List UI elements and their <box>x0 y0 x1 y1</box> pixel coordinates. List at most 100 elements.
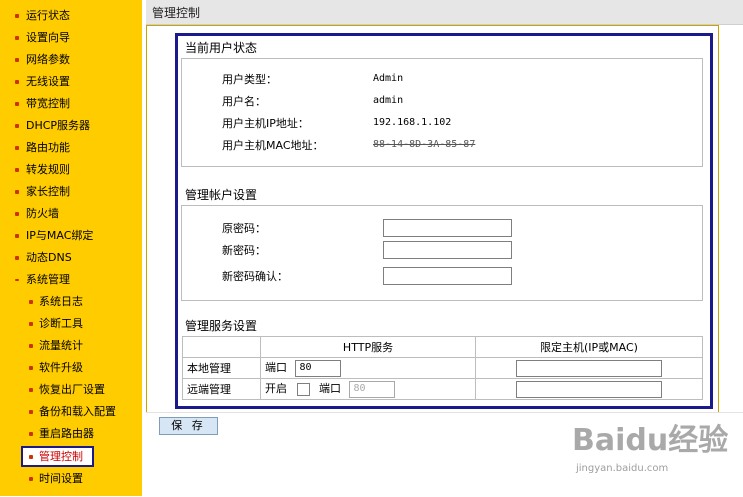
sidebar-subitem-admin-control[interactable]: 管理控制 <box>21 446 94 467</box>
port-label: 端口 <box>319 382 341 396</box>
table-row: 本地管理 端口 80 <box>182 357 703 379</box>
enable-label: 开启 <box>265 382 287 396</box>
new-password-label: 新密码： <box>222 244 266 257</box>
plus-icon <box>15 212 19 216</box>
sidebar-item-label: 设置向导 <box>26 31 70 44</box>
host-mac-value: 88-14-8D-3A-85-87 <box>373 139 476 150</box>
sidebar-item-forwarding[interactable]: 转发规则 <box>0 159 142 181</box>
sidebar-item-label: 网络参数 <box>26 53 70 66</box>
sidebar-item-system[interactable]: 系统管理 <box>0 269 142 291</box>
sidebar-item-firewall[interactable]: 防火墙 <box>0 203 142 225</box>
user-type-value: Admin <box>373 73 404 84</box>
sidebar-item-label: 恢复出厂设置 <box>39 383 105 396</box>
local-port-cell: 端口 80 <box>260 357 476 379</box>
bullet-icon <box>29 344 33 348</box>
sidebar-subitem-backup[interactable]: 备份和载入配置 <box>0 401 142 423</box>
plus-icon <box>15 146 19 150</box>
sidebar-item-wireless[interactable]: 无线设置 <box>0 71 142 93</box>
sidebar-item-label: 路由功能 <box>26 141 70 154</box>
sidebar-subitem-diagnostics[interactable]: 诊断工具 <box>0 313 142 335</box>
save-button[interactable]: 保 存 <box>159 417 218 435</box>
sidebar-item-label: 运行状态 <box>26 9 70 22</box>
sidebar-item-ddns[interactable]: 动态DNS <box>0 247 142 269</box>
bullet-icon <box>29 322 33 326</box>
col-host: 限定主机(IP或MAC) <box>475 336 703 358</box>
sidebar-item-wizard[interactable]: 设置向导 <box>0 27 142 49</box>
old-password-input[interactable] <box>383 219 512 237</box>
sidebar-subitem-upgrade[interactable]: 软件升级 <box>0 357 142 379</box>
local-port-input[interactable]: 80 <box>294 359 341 377</box>
plus-icon <box>15 80 19 84</box>
sidebar-item-label: 防火墙 <box>26 207 59 220</box>
bullet-icon <box>29 300 33 304</box>
watermark-url: jingyan.baidu.com <box>576 463 669 474</box>
sidebar-subitem-reboot[interactable]: 重启路由器 <box>0 423 142 445</box>
bullet-icon <box>15 14 19 18</box>
sidebar-subitem-traffic[interactable]: 流量统计 <box>0 335 142 357</box>
plus-icon <box>15 168 19 172</box>
confirm-password-input[interactable] <box>383 267 512 285</box>
plus-icon <box>15 124 19 128</box>
remote-port-cell: 开启 端口 80 <box>260 378 476 400</box>
bullet-icon <box>15 36 19 40</box>
page-header: 管理控制 <box>146 0 743 25</box>
sidebar-item-label: 管理控制 <box>39 450 83 463</box>
remote-host-cell <box>475 378 703 400</box>
service-title: 管理服务设置 <box>185 319 258 333</box>
host-mac-label: 用户主机MAC地址： <box>222 139 324 152</box>
sidebar-item-label: 软件升级 <box>39 361 83 374</box>
header-empty <box>182 336 261 358</box>
sidebar-item-label: 备份和载入配置 <box>39 405 116 418</box>
new-password-input[interactable] <box>383 241 512 259</box>
bullet-icon <box>29 477 33 481</box>
col-http: HTTP服务 <box>260 336 476 358</box>
remote-port-input[interactable]: 80 <box>348 380 395 398</box>
bullet-icon <box>29 366 33 370</box>
sidebar-item-network[interactable]: 网络参数 <box>0 49 142 71</box>
sidebar-item-bandwidth[interactable]: 带宽控制 <box>0 93 142 115</box>
bullet-icon <box>29 455 33 459</box>
sidebar-item-label: 系统管理 <box>26 273 70 286</box>
sidebar-item-label: 动态DNS <box>26 251 72 264</box>
sidebar-item-label: 诊断工具 <box>39 317 83 330</box>
sidebar-item-ip-mac[interactable]: IP与MAC绑定 <box>0 225 142 247</box>
bullet-icon <box>29 388 33 392</box>
host-ip-value: 192.168.1.102 <box>373 117 452 128</box>
account-title: 管理帐户设置 <box>185 188 258 202</box>
user-status-title: 当前用户状态 <box>185 41 258 55</box>
sidebar-item-label: 系统日志 <box>39 295 83 308</box>
user-type-label: 用户类型： <box>222 73 277 86</box>
old-password-label: 原密码： <box>222 222 266 235</box>
table-row: 远端管理 开启 端口 80 <box>182 378 703 400</box>
local-host-cell <box>475 357 703 379</box>
host-ip-label: 用户主机IP地址： <box>222 117 309 130</box>
sidebar-item-label: 重启路由器 <box>39 427 94 440</box>
sidebar-item-label: 流量统计 <box>39 339 83 352</box>
username-label: 用户名： <box>222 95 266 108</box>
port-label: 端口 <box>265 361 287 375</box>
remote-enable-checkbox[interactable] <box>296 382 310 396</box>
confirm-password-label: 新密码确认： <box>222 270 288 283</box>
plus-icon <box>15 58 19 62</box>
bullet-icon <box>15 190 19 194</box>
remote-host-input[interactable] <box>516 380 662 398</box>
local-manage-label: 本地管理 <box>182 357 261 379</box>
service-table: HTTP服务 限定主机(IP或MAC) 本地管理 端口 80 远端管理 开启 端… <box>182 336 703 400</box>
local-host-input[interactable] <box>516 359 662 377</box>
sidebar-item-label: 时间设置 <box>39 472 83 485</box>
sidebar-subitem-factory-reset[interactable]: 恢复出厂设置 <box>0 379 142 401</box>
sidebar-item-routing[interactable]: 路由功能 <box>0 137 142 159</box>
username-value: admin <box>373 95 404 106</box>
sidebar-item-label: 家长控制 <box>26 185 70 198</box>
sidebar-item-status[interactable]: 运行状态 <box>0 5 142 27</box>
sidebar-subitem-log[interactable]: 系统日志 <box>0 291 142 313</box>
bullet-icon <box>29 410 33 414</box>
watermark: Baidu经验 jingyan.baidu.com <box>560 405 740 491</box>
sidebar-item-parental[interactable]: 家长控制 <box>0 181 142 203</box>
sidebar-subitem-time[interactable]: 时间设置 <box>0 468 142 490</box>
page-title: 管理控制 <box>152 6 201 20</box>
watermark-logo: Baidu经验 <box>572 423 729 458</box>
bullet-icon <box>29 432 33 436</box>
sidebar-item-dhcp[interactable]: DHCP服务器 <box>0 115 142 137</box>
plus-icon <box>15 234 19 238</box>
